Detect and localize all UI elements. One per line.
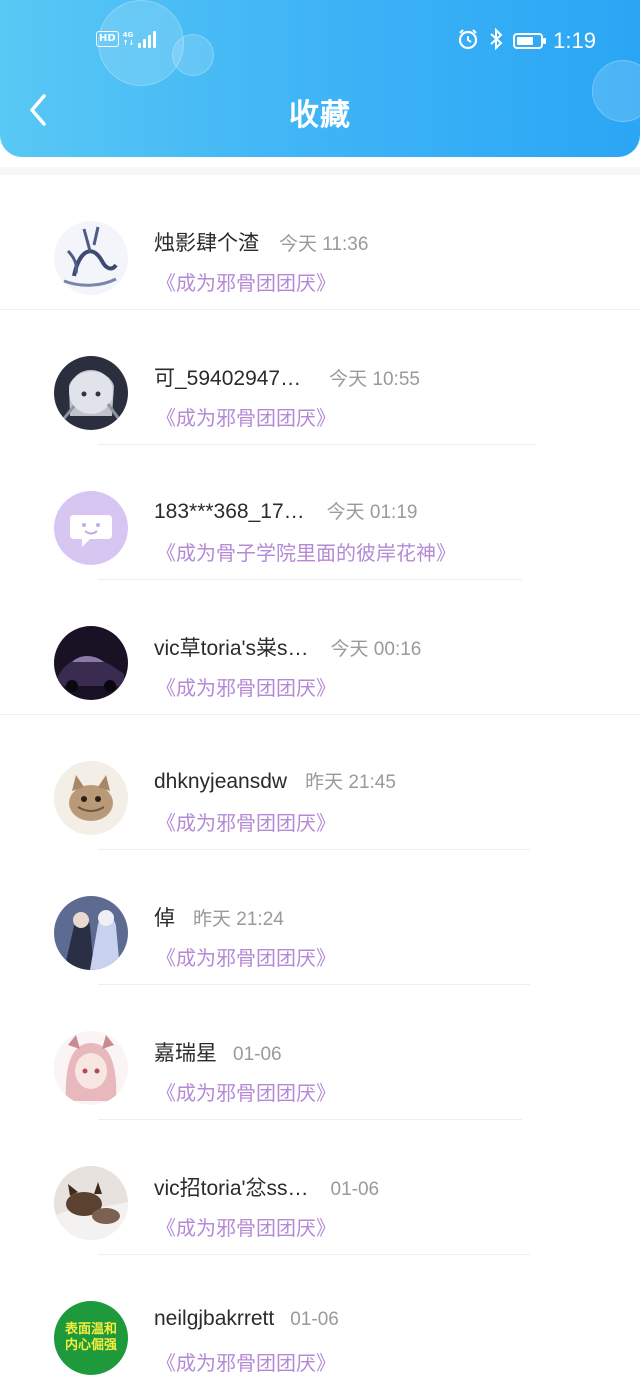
hd-badge: HD <box>96 31 119 47</box>
clock-time: 1:19 <box>553 28 596 53</box>
avatar[interactable] <box>54 356 128 430</box>
network-label: 4G <box>122 31 134 39</box>
avatar[interactable] <box>54 1031 128 1105</box>
book-title-link[interactable]: 《成为邪骨团团厌》 <box>156 672 336 701</box>
anime-girl-avatar-icon <box>54 356 128 430</box>
favorite-time: 01-06 <box>233 1044 282 1065</box>
item-header: dhknyjeansdw 昨天 21:45 <box>154 767 396 794</box>
user-name[interactable]: 烛影肆个渣 <box>154 227 259 257</box>
anime-couple-avatar-icon <box>54 896 128 970</box>
book-title-link[interactable]: 《成为邪骨团团厌》 <box>156 1077 336 1106</box>
item-header: 嘉瑞星 01-06 <box>154 1037 282 1067</box>
user-name[interactable]: 183***368_17… <box>154 500 305 524</box>
avatar[interactable] <box>54 761 128 835</box>
user-name[interactable]: dhknyjeansdw <box>154 770 287 794</box>
list-item[interactable]: dhknyjeansdw 昨天 21:45 《成为邪骨团团厌》 <box>0 715 640 850</box>
list-item[interactable]: 倬 昨天 21:24 《成为邪骨团团厌》 <box>0 850 640 985</box>
avatar[interactable] <box>54 626 128 700</box>
network-indicator: 4G ↑↓ <box>123 31 135 47</box>
favorites-list: 烛影肆个渣 今天 11:36 《成为邪骨团团厌》 可_59402947… 今天 … <box>0 167 640 1390</box>
user-name[interactable]: 嘉瑞星 <box>154 1037 217 1067</box>
avatar-text-line: 内心倔强 <box>64 1338 117 1353</box>
user-name[interactable]: 倬 <box>154 902 175 932</box>
book-title-link[interactable]: 《成为骨子学院里面的彼岸花神》 <box>156 537 456 566</box>
list-item[interactable]: vic招toria'忿ss… 01-06 《成为邪骨团团厌》 <box>0 1120 640 1255</box>
list-item[interactable]: 烛影肆个渣 今天 11:36 《成为邪骨团团厌》 <box>0 175 640 310</box>
page-title: 收藏 <box>289 98 351 133</box>
favorite-time: 01-06 <box>290 1309 339 1330</box>
sketch-avatar-icon <box>54 221 128 295</box>
user-name[interactable]: neilgjbakrrett <box>154 1307 274 1331</box>
avatar-text-line: 表面温和 <box>64 1322 117 1337</box>
favorite-time: 今天 11:36 <box>279 234 369 255</box>
data-arrows-icon: ↑↓ <box>122 39 135 47</box>
car-avatar-icon <box>54 626 128 700</box>
list-item[interactable]: vic草toria's粜s… 今天 00:16 《成为邪骨团团厌》 <box>0 580 640 715</box>
favorite-time: 昨天 21:24 <box>193 909 284 930</box>
favorite-time: 今天 10:55 <box>329 369 420 390</box>
header-bar: HD 4G ↑↓ 1:19 收藏 <box>0 0 640 157</box>
favorite-time: 昨天 21:45 <box>305 772 396 793</box>
item-header: 183***368_17… 今天 01:19 <box>154 497 417 524</box>
item-header: 烛影肆个渣 今天 11:36 <box>154 227 368 257</box>
favorite-time: 今天 00:16 <box>330 639 422 660</box>
bluetooth-icon <box>489 27 503 54</box>
status-bar-left: HD 4G ↑↓ <box>96 30 157 48</box>
book-title-link[interactable]: 《成为邪骨团团厌》 <box>156 402 336 431</box>
battery-fill <box>517 37 533 45</box>
decorative-bubble <box>172 34 214 76</box>
favorite-time: 01-06 <box>330 1179 380 1200</box>
user-name[interactable]: vic招toria'忿ss… <box>154 1172 309 1202</box>
kitten-avatar-icon <box>54 761 128 835</box>
item-header: 可_59402947… 今天 10:55 <box>154 362 420 392</box>
avatar[interactable] <box>54 896 128 970</box>
book-title-link[interactable]: 《成为邪骨团团厌》 <box>156 1347 336 1376</box>
list-item[interactable]: 可_59402947… 今天 10:55 《成为邪骨团团厌》 <box>0 310 640 445</box>
user-name[interactable]: 可_59402947… <box>154 362 301 392</box>
alarm-icon <box>457 28 479 54</box>
item-header: 倬 昨天 21:24 <box>154 902 284 932</box>
user-name[interactable]: vic草toria's粜s… <box>154 632 309 662</box>
book-title-link[interactable]: 《成为邪骨团团厌》 <box>156 1212 336 1241</box>
status-bar-right: 1:19 <box>457 27 596 54</box>
item-header: vic招toria'忿ss… 01-06 <box>154 1172 379 1202</box>
list-item[interactable]: 183***368_17… 今天 01:19 《成为骨子学院里面的彼岸花神》 <box>0 445 640 580</box>
avatar[interactable] <box>54 221 128 295</box>
avatar[interactable] <box>54 1166 128 1240</box>
cat-photo-avatar-icon <box>54 1166 128 1240</box>
item-header: vic草toria's粜s… 今天 00:16 <box>154 632 421 662</box>
item-header: neilgjbakrrett 01-06 <box>154 1307 339 1331</box>
chat-bubble-icon <box>70 515 112 547</box>
avatar[interactable]: 表面温和 内心倔强 <box>54 1301 128 1375</box>
battery-icon <box>513 33 547 49</box>
pink-hair-avatar-icon <box>54 1031 128 1105</box>
favorite-time: 今天 01:19 <box>326 502 418 523</box>
signal-icon <box>138 30 157 48</box>
list-item[interactable]: 表面温和 内心倔强 neilgjbakrrett 01-06 《成为邪骨团团厌》 <box>0 1255 640 1390</box>
book-title-link[interactable]: 《成为邪骨团团厌》 <box>156 807 336 836</box>
book-title-link[interactable]: 《成为邪骨团团厌》 <box>156 267 336 296</box>
avatar[interactable] <box>54 491 128 565</box>
list-item[interactable]: 嘉瑞星 01-06 《成为邪骨团团厌》 <box>0 985 640 1120</box>
book-title-link[interactable]: 《成为邪骨团团厌》 <box>156 942 336 971</box>
